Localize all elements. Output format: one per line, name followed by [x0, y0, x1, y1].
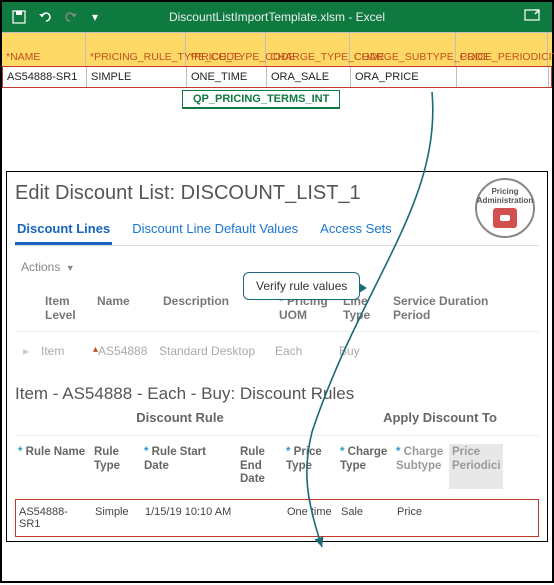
cell-name[interactable]: AS54888-SR1: [3, 67, 87, 87]
rc-charge-type: Sale: [338, 504, 394, 532]
col-price-periodicity: PRICE_PERIODICITY: [456, 33, 548, 66]
excel-window-title: DiscountListImportTemplate.xlsm - Excel: [169, 10, 385, 24]
rc-price-periodicity: [450, 504, 504, 532]
cell-charge-type[interactable]: ORA_SALE: [267, 67, 351, 87]
tab-discount-line-defaults[interactable]: Discount Line Default Values: [130, 215, 300, 245]
rh-price-type: * Price Type: [283, 444, 337, 489]
rules-grid-row[interactable]: AS54888-SR1 Simple 1/15/19 10:10 AM One …: [15, 499, 539, 537]
gc-pricing-uom: Each: [271, 342, 335, 360]
cell-price-periodicity[interactable]: [457, 67, 549, 87]
webapp-tabs: Discount Lines Discount Line Default Val…: [15, 215, 539, 246]
rc-charge-subtype: Price: [394, 504, 450, 532]
gc-line-type: Buy: [335, 342, 385, 360]
tab-access-sets[interactable]: Access Sets: [318, 215, 394, 245]
lines-grid-row[interactable]: ▸ Item ▴AS54888 Standard Desktop Each Bu…: [15, 332, 539, 370]
col-pricing-rule-type: *PRICING_RULE_TYPE_CODE: [86, 33, 186, 66]
verify-callout: Verify rule values: [243, 272, 360, 300]
gc-description: Standard Desktop: [155, 342, 271, 360]
rules-sub-headers: Discount Rule Apply Discount To: [15, 410, 539, 425]
pricing-admin-icon: [493, 208, 517, 228]
rules-grid-header: * Rule Name Rule Type * Rule Start Date …: [15, 435, 539, 489]
rc-rule-start-date: 1/15/19 10:10 AM: [142, 504, 238, 532]
webapp-panel: Pricing Administration Edit Discount Lis…: [6, 171, 548, 542]
tab-discount-lines[interactable]: Discount Lines: [15, 215, 112, 245]
rc-price-type: One time: [284, 504, 338, 532]
sheet-tab-qp-pricing-terms[interactable]: QP_PRICING_TERMS_INT: [182, 90, 340, 109]
col-charge-subtype: CHARGE_SUBTYPE_CODE: [350, 33, 456, 66]
undo-icon[interactable]: [36, 8, 54, 26]
gc-item-level: Item: [37, 342, 89, 360]
actions-label: Actions: [21, 260, 60, 274]
expand-col: [15, 292, 41, 325]
ribbon-display-icon[interactable]: [524, 9, 552, 26]
rh-rule-end-date: Rule End Date: [237, 444, 283, 489]
discount-rules-section-title: Item - AS54888 - Each - Buy: Discount Ru…: [15, 384, 539, 404]
expand-icon[interactable]: ▸: [15, 342, 37, 360]
gc-service-duration: [385, 342, 505, 360]
rh-rule-name: * Rule Name: [15, 444, 91, 489]
rh-rule-start-date: * Rule Start Date: [141, 444, 237, 489]
gh-name: Name: [93, 292, 159, 325]
excel-quick-access: ▾: [2, 8, 98, 26]
sh-discount-rule: Discount Rule: [15, 410, 265, 425]
gc-name: ▴AS54888: [89, 342, 155, 360]
rc-rule-name: AS54888-SR1: [16, 504, 92, 532]
excel-titlebar: ▾ DiscountListImportTemplate.xlsm - Exce…: [2, 2, 552, 32]
rh-rule-type: Rule Type: [91, 444, 141, 489]
redo-icon[interactable]: [62, 8, 80, 26]
excel-sheet-tabs: QP_PRICING_TERMS_INT: [2, 90, 552, 109]
gh-service-duration: Service Duration Period: [389, 292, 509, 325]
page-title: Edit Discount List: DISCOUNT_LIST_1: [15, 182, 539, 205]
chevron-down-icon: ▼: [66, 263, 75, 273]
cell-price-type[interactable]: ONE_TIME: [187, 67, 267, 87]
gh-item-level: Item Level: [41, 292, 93, 325]
cell-pricing-rule-type[interactable]: SIMPLE: [87, 67, 187, 87]
rh-charge-subtype: * Charge Subtype: [393, 444, 449, 489]
rh-price-periodicity: Price Periodici: [449, 444, 503, 489]
rc-rule-type: Simple: [92, 504, 142, 532]
excel-column-headers: *NAME *PRICING_RULE_TYPE_CODE *PRICE_TYP…: [2, 32, 552, 66]
col-price-type: *PRICE_TYPE_CODE: [186, 33, 266, 66]
sh-apply-to: Apply Discount To: [265, 410, 525, 425]
excel-data-row[interactable]: AS54888-SR1 SIMPLE ONE_TIME ORA_SALE ORA…: [2, 66, 552, 88]
badge-line2: Administration: [477, 197, 533, 206]
pricing-admin-badge[interactable]: Pricing Administration: [475, 178, 535, 238]
col-name: *NAME: [2, 33, 86, 66]
rh-charge-type: * Charge Type: [337, 444, 393, 489]
cell-charge-subtype[interactable]: ORA_PRICE: [351, 67, 457, 87]
col-charge-type: CHARGE_TYPE_CODE: [266, 33, 350, 66]
rc-rule-end-date: [238, 504, 284, 532]
qat-dropdown-icon[interactable]: ▾: [92, 10, 98, 24]
save-icon[interactable]: [10, 8, 28, 26]
